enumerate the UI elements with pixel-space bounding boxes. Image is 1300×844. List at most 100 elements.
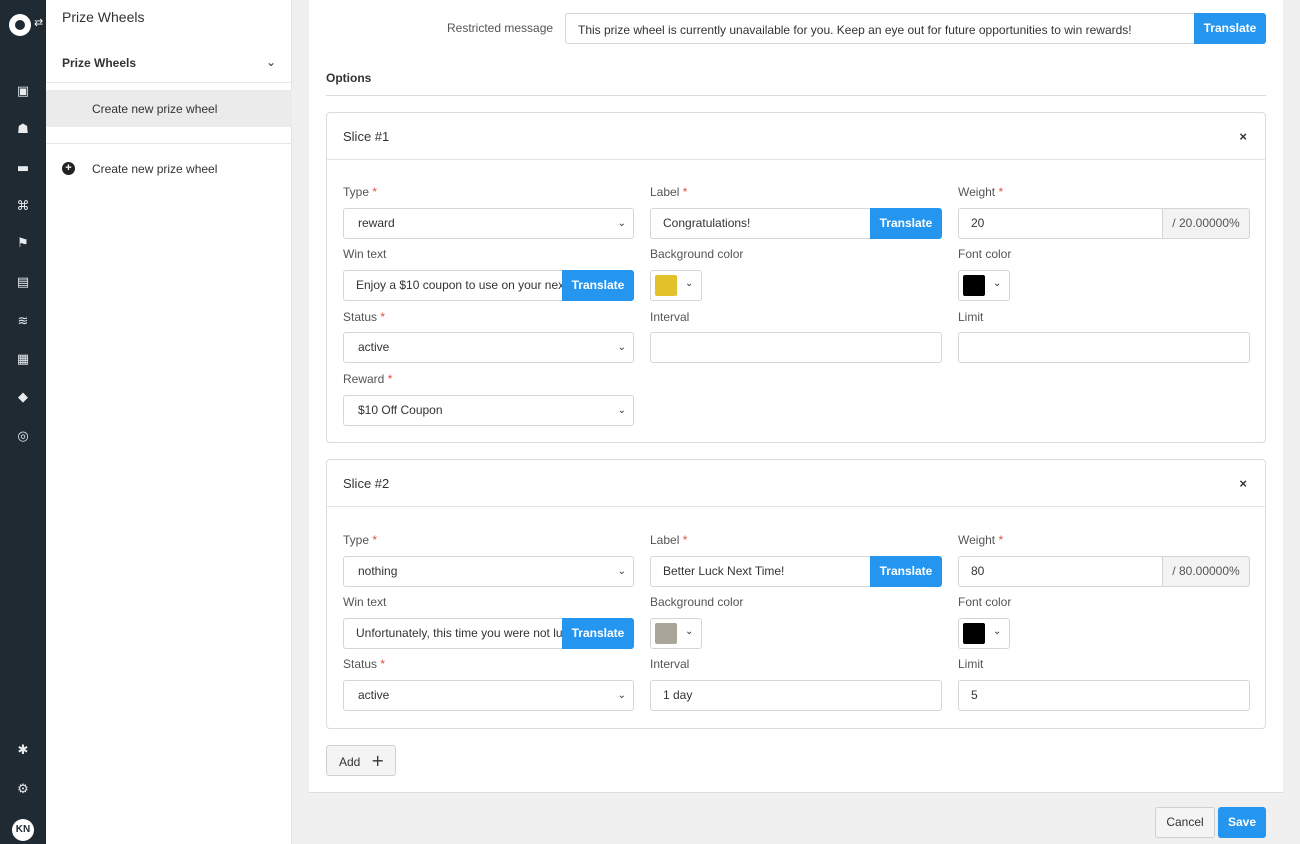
label-input[interactable]: Congratulations! (650, 208, 870, 239)
chevron-down-icon: ⌄ (617, 690, 626, 701)
limit-label: Limit (958, 657, 984, 671)
interval-label: Interval (650, 657, 690, 671)
chevron-down-icon: ⌄ (685, 278, 694, 289)
restricted-message-label: Restricted message (447, 21, 554, 35)
app-logo[interactable] (9, 14, 31, 36)
app-rail: ⇄ ▣ ☗ ▬ ⌘ ⚑ ▤ ≋ ▦ ◆ ◎ ✱ ⚙ KN (0, 0, 46, 844)
gear-icon[interactable]: ⚙ (0, 782, 46, 798)
sidebar-item-label: Create new prize wheel (92, 102, 218, 116)
divider (46, 143, 292, 144)
wallet-icon[interactable]: ▬ (0, 161, 46, 177)
background-color-picker[interactable]: ⌄ (650, 618, 702, 649)
slice-card: Slice #2 × Type * nothing ⌄ Label * Bette… (326, 459, 1266, 729)
limit-input[interactable]: 5 (958, 680, 1250, 711)
color-swatch (963, 275, 985, 296)
background-color-label: Background color (650, 247, 744, 261)
restricted-message-input[interactable]: This prize wheel is currently unavailabl… (565, 13, 1194, 44)
status-select[interactable]: active ⌄ (343, 332, 634, 363)
weight-input[interactable]: 80 (958, 556, 1162, 587)
plus-icon: + (371, 751, 385, 770)
flag-icon[interactable]: ⚑ (0, 236, 46, 252)
chevron-down-icon: ⌄ (617, 405, 626, 416)
weight-label: Weight * (958, 533, 1004, 547)
close-icon[interactable]: × (1239, 476, 1247, 491)
form-footer: Cancel Save (309, 792, 1283, 844)
label-label: Label * (650, 185, 688, 199)
puzzle-icon[interactable]: ✱ (0, 743, 46, 759)
status-label: Status * (343, 657, 386, 671)
weight-input[interactable]: 20 (958, 208, 1162, 239)
slice-header: Slice #2 × (327, 460, 1265, 507)
label-input[interactable]: Better Luck Next Time! (650, 556, 870, 587)
plus-circle-icon: + (62, 162, 75, 175)
cancel-button[interactable]: Cancel (1155, 807, 1215, 838)
chevron-down-icon: ⌄ (617, 218, 626, 229)
main-panel: Restricted message This prize wheel is c… (309, 0, 1283, 844)
chevron-down-icon: ⌄ (617, 566, 626, 577)
limit-input[interactable] (958, 332, 1250, 363)
save-button[interactable]: Save (1218, 807, 1266, 838)
users-icon[interactable]: ☗ (0, 122, 46, 138)
analytics-icon[interactable]: ▣ (0, 84, 46, 100)
type-label: Type * (343, 533, 378, 547)
slice-title: Slice #2 (343, 476, 390, 491)
win-text-input[interactable]: Unfortunately, this time you were not lu (343, 618, 562, 649)
limit-label: Limit (958, 310, 984, 324)
status-label: Status * (343, 310, 386, 324)
options-heading: Options (326, 71, 372, 85)
divider (326, 95, 1266, 96)
color-swatch (963, 623, 985, 644)
chevron-down-icon: ⌄ (993, 626, 1002, 637)
close-icon[interactable]: × (1239, 129, 1247, 144)
waves-icon[interactable]: ≋ (0, 314, 46, 330)
translate-button[interactable]: Translate (562, 618, 634, 649)
sidebar-group-prize-wheels[interactable]: Prize Wheels ⌄ (62, 55, 276, 70)
translate-button[interactable]: Translate (1194, 13, 1266, 44)
interval-label: Interval (650, 310, 690, 324)
status-select[interactable]: active ⌄ (343, 680, 634, 711)
weight-percent: / 20.00000% (1162, 208, 1250, 239)
font-color-picker[interactable]: ⌄ (958, 270, 1010, 301)
type-label: Type * (343, 185, 378, 199)
interval-input[interactable]: 1 day (650, 680, 942, 711)
avatar[interactable]: KN (12, 819, 34, 841)
font-color-label: Font color (958, 595, 1012, 609)
chevron-down-icon: ⌄ (265, 55, 276, 69)
slice-title: Slice #1 (343, 129, 390, 144)
background-color-picker[interactable]: ⌄ (650, 270, 702, 301)
sidebar: Prize Wheels Prize Wheels ⌄ Create new p… (46, 0, 292, 844)
translate-button[interactable]: Translate (870, 556, 942, 587)
sidebar-group-label: Prize Wheels (62, 56, 137, 70)
divider (46, 82, 292, 83)
background-color-label: Background color (650, 595, 744, 609)
type-select[interactable]: nothing ⌄ (343, 556, 634, 587)
tag-icon[interactable]: ◆ (0, 390, 46, 406)
chevron-down-icon: ⌄ (617, 342, 626, 353)
win-text-label: Win text (343, 595, 387, 609)
calendar-icon[interactable]: ▦ (0, 352, 46, 368)
color-swatch (655, 623, 677, 644)
type-select[interactable]: reward ⌄ (343, 208, 634, 239)
label-label: Label * (650, 533, 688, 547)
message-icon[interactable]: ▤ (0, 275, 46, 291)
gift-icon[interactable]: ⌘ (0, 199, 46, 215)
weight-label: Weight * (958, 185, 1004, 199)
chat-icon[interactable]: ◎ (0, 429, 46, 445)
sidebar-title: Prize Wheels (62, 9, 145, 25)
translate-button[interactable]: Translate (870, 208, 942, 239)
win-text-input[interactable]: Enjoy a $10 coupon to use on your nex (343, 270, 562, 301)
sidebar-item-create-prize-wheel[interactable]: Create new prize wheel (46, 90, 292, 127)
reward-select[interactable]: $10 Off Coupon ⌄ (343, 395, 634, 426)
slice-card: Slice #1 × Type * reward ⌄ Label * Congra… (326, 112, 1266, 443)
color-swatch (655, 275, 677, 296)
switch-icon[interactable]: ⇄ (34, 16, 43, 29)
translate-button[interactable]: Translate (562, 270, 634, 301)
add-slice-button[interactable]: Add + (326, 745, 396, 776)
slice-header: Slice #1 × (327, 113, 1265, 160)
interval-input[interactable] (650, 332, 942, 363)
font-color-picker[interactable]: ⌄ (958, 618, 1010, 649)
add-button-label: Add (339, 755, 361, 769)
chevron-down-icon: ⌄ (993, 278, 1002, 289)
chevron-down-icon: ⌄ (685, 626, 694, 637)
weight-percent: / 80.00000% (1162, 556, 1250, 587)
